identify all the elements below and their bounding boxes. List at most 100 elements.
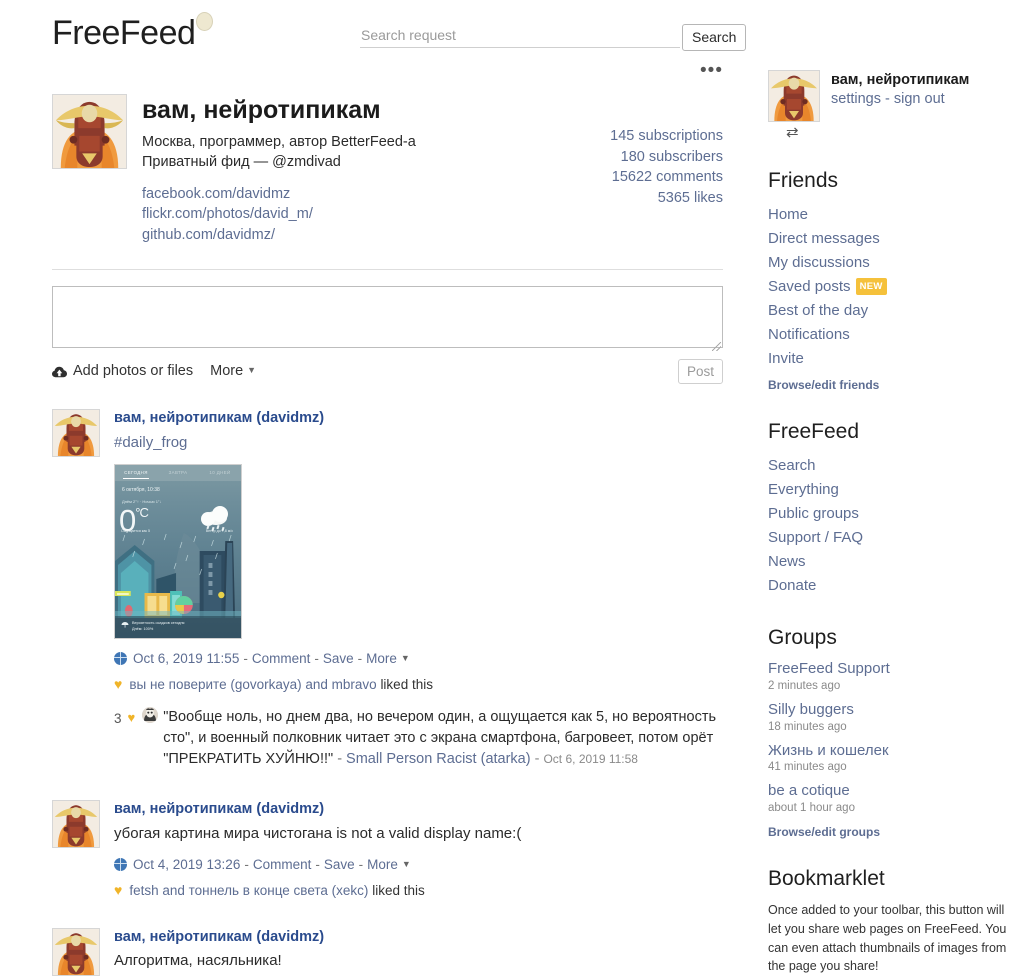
sidebar-item-invite[interactable]: Invite <box>768 347 1009 371</box>
comment-author-name[interactable]: Small Person Racist (atarka) <box>346 751 531 767</box>
search-input[interactable] <box>360 25 680 48</box>
sidebar-item-label: Direct messages <box>768 230 880 247</box>
post-textarea[interactable] <box>52 286 723 349</box>
post-comment-button[interactable]: Comment <box>252 651 311 666</box>
sidebar-item-donate[interactable]: Donate <box>768 574 1009 598</box>
weather-tabs: СЕГОДНЯ ЗАВТРА 10 ДНЕЙ <box>115 464 241 481</box>
sidebar-item-home[interactable]: Home <box>768 203 1009 227</box>
group-name[interactable]: be a cotique <box>768 782 1009 801</box>
post-author-name[interactable]: вам, нейротипикам (davidmz) <box>114 928 723 947</box>
post-author-avatar[interactable] <box>52 800 100 849</box>
sidebar-item-everything[interactable]: Everything <box>768 478 1009 502</box>
group-item: Silly buggers 18 minutes ago <box>768 701 1009 733</box>
sidebar-item-news[interactable]: News <box>768 550 1009 574</box>
weather-degree-unit: °C <box>135 504 149 520</box>
globe-privacy-icon <box>114 651 127 665</box>
sidebar-item-my-discussions[interactable]: My discussions <box>768 251 1009 275</box>
add-photos-or-files-button[interactable]: Add photos or files <box>73 363 193 379</box>
meta-separator: - <box>358 856 364 872</box>
sign-out-link[interactable]: sign out <box>894 91 945 107</box>
sidebar-item-label: My discussions <box>768 254 870 271</box>
post-button[interactable]: Post <box>677 359 723 385</box>
profile-link-flickr[interactable]: flickr.com/photos/david_m/ <box>142 206 313 222</box>
sidebar-item-label: Home <box>768 206 809 223</box>
stat-subscriptions[interactable]: 145 subscriptions <box>610 126 723 147</box>
post-likers[interactable]: fetsh and тоннель в конце света (xekc) <box>129 883 368 898</box>
post-likes-suffix: liked this <box>372 882 425 898</box>
post-author-name[interactable]: вам, нейротипикам (davidmz) <box>114 409 723 428</box>
weather-date: 6 октября, 10:38 <box>122 486 160 493</box>
meta-separator: - <box>357 650 363 666</box>
post-comment-button[interactable]: Comment <box>253 857 312 872</box>
heart-icon[interactable]: ♥ <box>114 883 122 897</box>
avatar-art-icon <box>53 928 99 975</box>
group-name[interactable]: Жизнь и кошелек <box>768 742 1009 761</box>
ellipsis-icon[interactable]: ••• <box>700 61 723 80</box>
avatar-art-icon <box>142 706 159 723</box>
profile-link-github[interactable]: github.com/davidmz/ <box>142 227 275 243</box>
post-author-avatar[interactable] <box>52 409 100 458</box>
weather-illustration <box>115 532 241 618</box>
group-item: FreeFeed Support 2 minutes ago <box>768 660 1009 692</box>
post-author-avatar[interactable] <box>52 927 100 976</box>
avatar-art-icon <box>769 71 819 121</box>
comment-heart-icon[interactable]: ♥ <box>128 707 136 770</box>
chevron-down-icon: ▼ <box>247 365 257 376</box>
post-save-button[interactable]: Save <box>324 857 355 872</box>
group-name[interactable]: FreeFeed Support <box>768 660 1009 679</box>
search-button[interactable]: Search <box>682 24 747 51</box>
composer-more-dropdown[interactable]: More ▼ <box>210 363 256 379</box>
sidebar-item-search[interactable]: Search <box>768 454 1009 478</box>
comment-like-count[interactable]: 3 <box>114 707 122 770</box>
post-author-name[interactable]: вам, нейротипикам (davidmz) <box>114 800 723 819</box>
sidebar-user-name[interactable]: вам, нейротипикам <box>831 72 969 88</box>
swap-arrows-icon[interactable]: ⇄ <box>786 123 820 141</box>
sidebar-item-support-faq[interactable]: Support / FAQ <box>768 526 1009 550</box>
browse-edit-groups-link[interactable]: Browse/edit groups <box>768 825 1009 839</box>
post-timestamp[interactable]: Oct 4, 2019 13:26 <box>133 857 240 872</box>
post-body-text: убогая картина мира чистогана is not a v… <box>114 824 522 842</box>
sidebar-item-direct-messages[interactable]: Direct messages <box>768 227 1009 251</box>
bookmarklet-description: Once added to your toolbar, this button … <box>768 903 1007 974</box>
comment-timestamp[interactable]: Oct 6, 2019 11:58 <box>543 752 638 766</box>
site-logo[interactable]: FreeFeed <box>52 12 214 53</box>
sidebar-item-public-groups[interactable]: Public groups <box>768 502 1009 526</box>
post-more-button[interactable]: More <box>367 857 398 872</box>
profile-stats: 145 subscriptions 180 subscribers 15622 … <box>610 126 723 208</box>
post-likers[interactable]: вы не поверите (govorkaya) and mbravo <box>129 677 376 692</box>
sidebar-item-saved-posts[interactable]: Saved posts NEW <box>768 275 1009 299</box>
post-save-button[interactable]: Save <box>323 651 354 666</box>
profile-link-facebook[interactable]: facebook.com/davidmz <box>142 186 290 202</box>
new-badge: NEW <box>855 278 887 296</box>
weather-wind-label: Ветер до 7,8 м/с <box>205 528 233 533</box>
sidebar-heading-friends: Friends <box>768 169 839 192</box>
profile-avatar[interactable] <box>52 94 127 169</box>
browse-edit-friends-link[interactable]: Browse/edit friends <box>768 378 1009 392</box>
upload-cloud-icon <box>52 365 67 378</box>
post-timestamp[interactable]: Oct 6, 2019 11:55 <box>133 651 239 666</box>
weather-feels-like-label: Ощущается как 5 <box>121 528 150 533</box>
group-name[interactable]: Silly buggers <box>768 701 1009 720</box>
stat-comments[interactable]: 15622 comments <box>610 167 723 188</box>
sidebar-user-avatar[interactable] <box>768 70 820 122</box>
post-item: вам, нейротипикам (davidmz) убогая карти… <box>52 800 723 898</box>
sidebar-item-best-of-the-day[interactable]: Best of the day <box>768 299 1009 323</box>
stat-likes[interactable]: 5365 likes <box>610 188 723 209</box>
comment-author-avatar[interactable] <box>142 706 159 723</box>
weather-tab-10days: 10 ДНЕЙ <box>209 470 231 476</box>
sidebar-item-label: News <box>768 553 806 570</box>
stat-subscribers[interactable]: 180 subscribers <box>610 147 723 168</box>
group-last-activity: about 1 hour ago <box>768 802 855 814</box>
heart-icon[interactable]: ♥ <box>114 677 122 691</box>
post-attachment-image[interactable]: СЕГОДНЯ ЗАВТРА 10 ДНЕЙ 6 октября, 10:38 … <box>114 463 242 639</box>
settings-link[interactable]: settings <box>831 91 881 107</box>
post-composer: Add photos or files More ▼ Post <box>52 286 723 385</box>
post-hashtag[interactable]: #daily_frog <box>114 434 187 451</box>
weather-precip-line-2: Днём: 100% <box>132 626 154 631</box>
post-more-button[interactable]: More <box>366 651 397 666</box>
sidebar-item-notifications[interactable]: Notifications <box>768 323 1009 347</box>
sidebar-item-label: Notifications <box>768 326 850 343</box>
chevron-down-icon: ▼ <box>400 653 410 664</box>
sidebar-heading-groups: Groups <box>768 626 837 649</box>
globe-privacy-icon <box>114 857 127 871</box>
